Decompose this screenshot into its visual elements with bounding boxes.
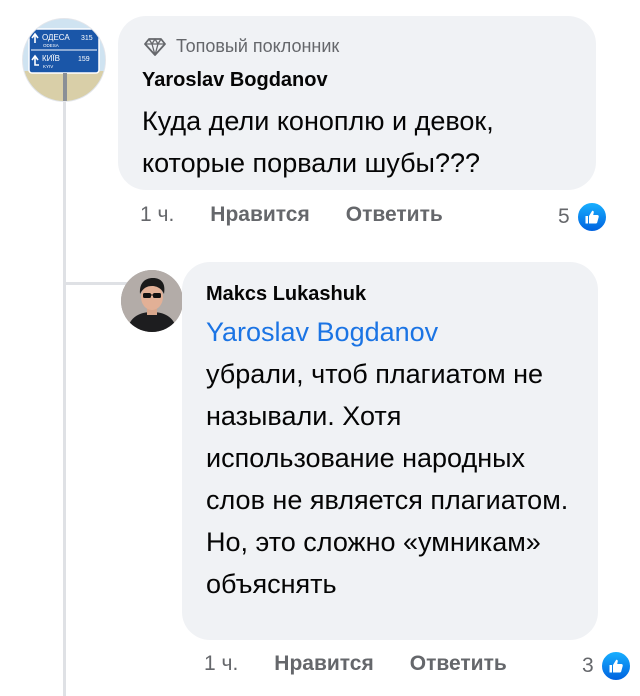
top-fan-badge: Топовый поклонник <box>144 36 339 57</box>
sign-line1-small: ODESA <box>43 43 59 48</box>
comment-actions: 1 ч. Нравится Ответить <box>140 203 443 227</box>
sign-line2-small: KYIV <box>43 64 53 69</box>
reply-text: убрали, чтоб плагиатом не называли. Хотя… <box>206 359 569 599</box>
like-thumbs-up-icon <box>599 650 632 682</box>
comment-timestamp[interactable]: 1 ч. <box>140 203 174 227</box>
comment-text: Куда дели коноплю и девок, которые порва… <box>142 106 494 178</box>
sign-line1-num: 315 <box>81 35 93 42</box>
reaction-count: 5 <box>558 205 570 228</box>
comment-bubble: Топовый поклонник Yaroslav Bogdanov Куда… <box>118 16 596 190</box>
reply-actions: 1 ч. Нравится Ответить <box>204 652 507 676</box>
thread-line-vertical <box>63 84 66 696</box>
sign-line2-num: 159 <box>78 56 90 63</box>
commenter-avatar[interactable]: ОДЕСА ODESA 315 КИЇВ KYIV 159 <box>22 18 106 102</box>
reply-like-button[interactable]: Нравится <box>274 652 373 676</box>
thread-line-branch <box>63 282 133 285</box>
like-button[interactable]: Нравится <box>210 203 309 227</box>
person-avatar-image <box>121 270 183 332</box>
like-thumbs-up-icon <box>575 201 608 233</box>
reply-button[interactable]: Ответить <box>346 203 443 227</box>
reply-reactions[interactable]: 3 <box>582 650 632 682</box>
comment-reactions[interactable]: 5 <box>558 201 608 233</box>
replier-avatar[interactable] <box>121 270 183 332</box>
reply-timestamp[interactable]: 1 ч. <box>204 652 238 676</box>
mention-link[interactable]: Yaroslav Bogdanov <box>206 311 438 353</box>
reply-reaction-count: 3 <box>582 654 594 677</box>
sign-line2: КИЇВ <box>42 54 60 63</box>
comment-author-name[interactable]: Yaroslav Bogdanov <box>142 69 328 92</box>
badge-label: Топовый поклонник <box>176 36 340 56</box>
road-sign-avatar-image: ОДЕСА ODESA 315 КИЇВ KYIV 159 <box>23 19 105 101</box>
reply-author-name[interactable]: Makcs Lukashuk <box>206 283 366 306</box>
reply-reply-button[interactable]: Ответить <box>410 652 507 676</box>
diamond-icon <box>144 37 166 56</box>
reply-bubble: Makcs Lukashuk Yaroslav Bogdanov убрали,… <box>182 262 598 640</box>
sign-line1: ОДЕСА <box>42 33 70 42</box>
